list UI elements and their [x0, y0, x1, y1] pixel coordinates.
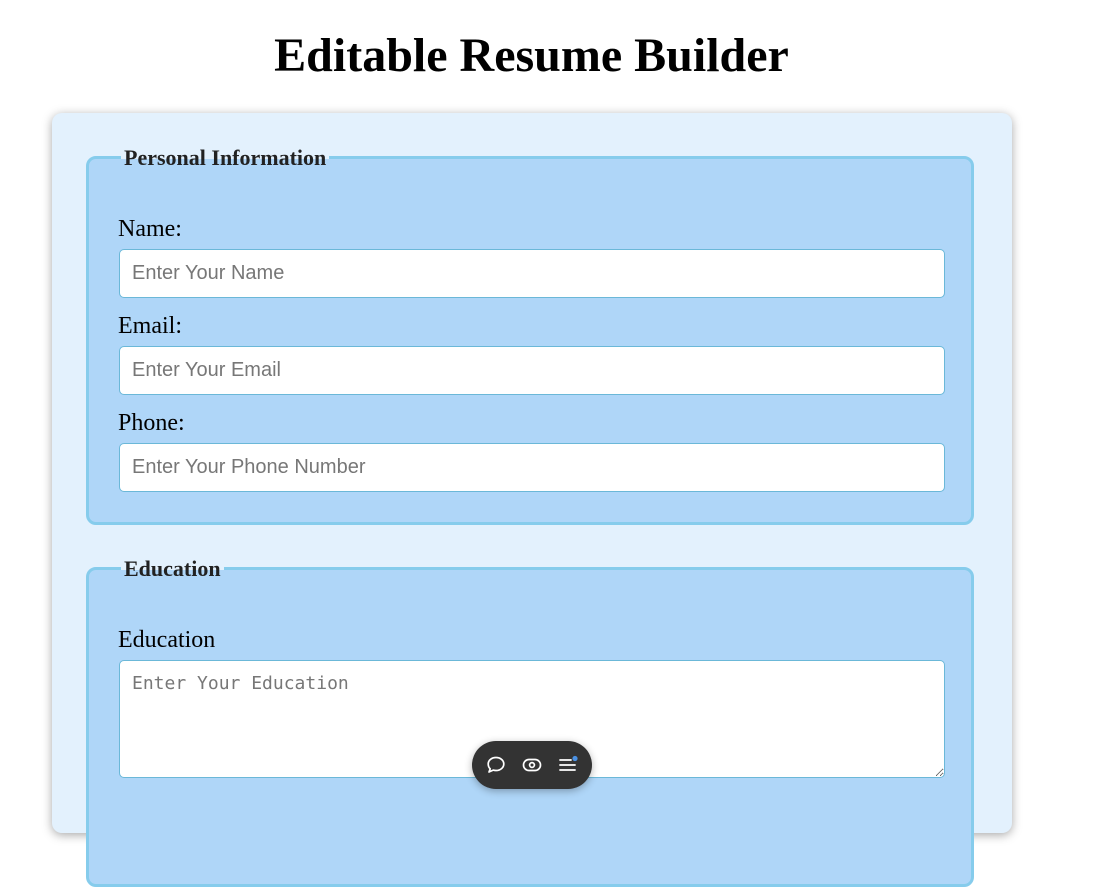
comment-button[interactable] [484, 753, 508, 777]
eye-icon [522, 758, 542, 772]
menu-button[interactable] [556, 753, 580, 777]
phone-label: Phone: [118, 410, 185, 436]
education-section: Education Education [86, 554, 974, 887]
phone-input[interactable] [119, 443, 945, 492]
education-label: Education [118, 627, 216, 653]
floating-toolbar [472, 741, 592, 789]
personal-info-legend: Personal Information [121, 143, 330, 173]
name-label: Name: [118, 216, 182, 242]
email-label: Email: [118, 313, 182, 339]
page-title: Editable Resume Builder [274, 29, 789, 82]
personal-info-section: Personal Information Name: Email: Phone: [86, 143, 974, 525]
view-button[interactable] [520, 753, 544, 777]
education-legend: Education [121, 554, 224, 584]
menu-icon [559, 755, 578, 771]
name-input[interactable] [119, 249, 945, 298]
notification-dot [572, 755, 578, 762]
email-input[interactable] [119, 346, 945, 395]
comment-icon [487, 756, 505, 773]
resume-form-container: Personal Information Name: Email: Phone:… [52, 113, 1012, 887]
